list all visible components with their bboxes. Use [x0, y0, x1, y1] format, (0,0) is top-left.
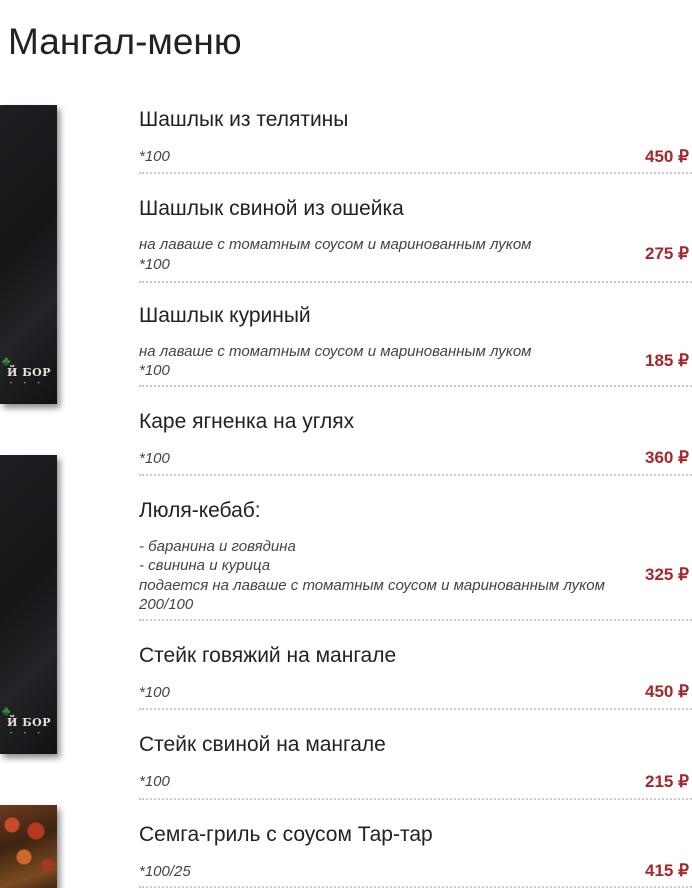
item-weight: *100: [139, 362, 170, 379]
item-weight: *100: [139, 450, 170, 467]
menu-item[interactable]: Стейк говяжий на мангале *100 450 ₽: [139, 643, 692, 710]
menu-item[interactable]: Каре ягненка на углях *100 360 ₽: [139, 409, 692, 476]
item-name: Люля-кебаб:: [139, 499, 261, 522]
item-name: Стейк свиной на мангале: [139, 733, 386, 756]
item-description: - свинина и курица: [139, 557, 271, 574]
item-price: 450 ₽: [645, 147, 689, 166]
item-name: Шашлык свиной из ошейка: [139, 197, 404, 220]
item-price: 215 ₽: [645, 772, 689, 791]
item-weight: *100: [139, 148, 170, 165]
item-name: Каре ягненка на углях: [139, 410, 355, 433]
logo-dots: • • •: [10, 381, 45, 387]
menu-item[interactable]: Люля-кебаб: - баранина и говядина - свин…: [139, 498, 692, 621]
dish-photo[interactable]: ♣ Й БОР • • •: [0, 455, 57, 754]
dish-photo[interactable]: [0, 805, 57, 888]
item-price: 325 ₽: [645, 565, 689, 584]
item-name: Семга-гриль с соусом Тар-тар: [139, 823, 433, 846]
menu-item[interactable]: Семга-гриль с соусом Тар-тар *100/25 415…: [139, 822, 692, 888]
item-price: 450 ₽: [645, 682, 689, 701]
item-weight: 200/100: [139, 596, 194, 613]
menu-item[interactable]: Стейк свиной на мангале *100 215 ₽: [139, 732, 692, 800]
item-description: на лаваше с томатным соусом и маринованн…: [139, 236, 532, 253]
item-description: - баранина и говядина: [139, 538, 296, 555]
dish-photo[interactable]: ♣ Й БОР • • •: [0, 105, 57, 404]
menu-item[interactable]: Шашлык свиной из ошейка на лаваше с тома…: [139, 196, 692, 283]
menu-item[interactable]: Шашлык куриный на лаваше с томатным соус…: [139, 303, 692, 387]
item-weight: *100: [139, 773, 170, 790]
item-description: на лаваше с томатным соусом и маринованн…: [139, 343, 532, 360]
item-name: Шашлык куриный: [139, 304, 311, 327]
page-title: Мангал-меню: [8, 21, 242, 62]
logo-dots: • • •: [10, 731, 45, 737]
item-price: 185 ₽: [645, 351, 689, 370]
menu-page: Мангал-меню ♣ Й БОР • • • ♣ Й БОР • • • …: [0, 0, 692, 888]
logo-text: Й БОР: [7, 716, 51, 729]
item-price: 360 ₽: [645, 448, 689, 467]
menu-item[interactable]: Шашлык из телятины *100 450 ₽: [139, 107, 692, 174]
item-price: 415 ₽: [645, 861, 689, 880]
item-weight: *100: [139, 256, 170, 273]
item-name: Шашлык из телятины: [139, 108, 349, 131]
item-price: 275 ₽: [645, 244, 689, 263]
item-weight: *100: [139, 684, 170, 701]
item-description: подается на лаваше с томатным соусом и м…: [139, 577, 605, 594]
item-weight: *100/25: [139, 863, 191, 880]
item-name: Стейк говяжий на мангале: [139, 644, 397, 667]
logo-text: Й БОР: [7, 366, 51, 379]
